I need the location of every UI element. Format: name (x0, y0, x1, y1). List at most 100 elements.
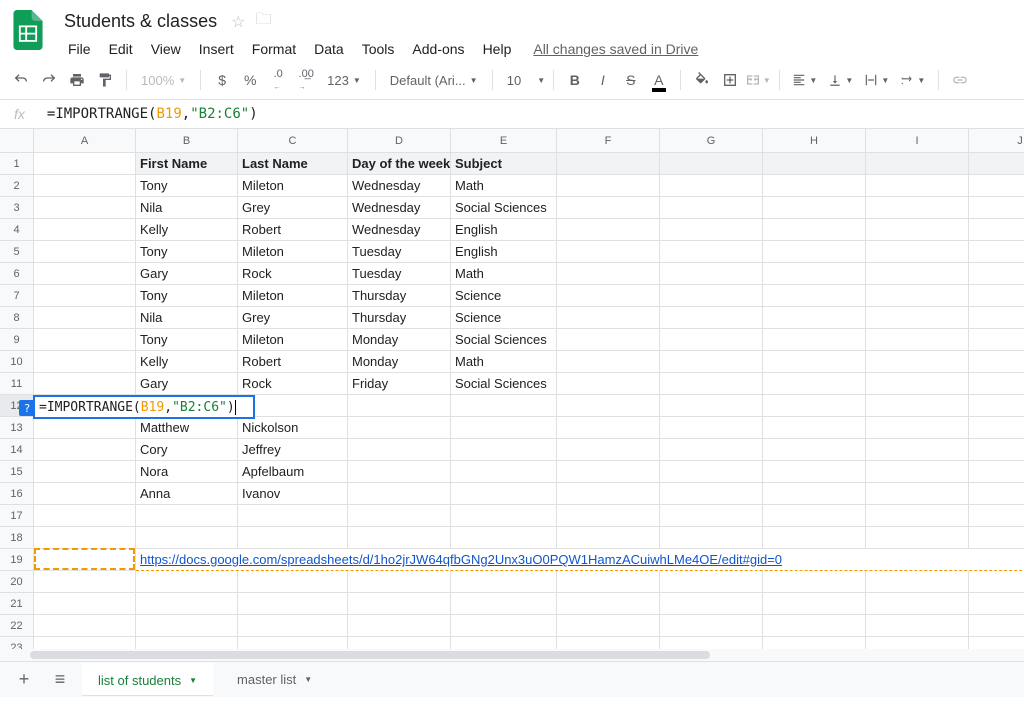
column-header[interactable]: J (969, 129, 1024, 153)
cell[interactable] (34, 373, 136, 395)
column-header[interactable]: E (451, 129, 557, 153)
row-header[interactable]: 8 (0, 307, 34, 329)
column-header[interactable]: B (136, 129, 238, 153)
sheet-tab-other[interactable]: master list ▼ (221, 664, 328, 695)
cell[interactable] (969, 307, 1024, 329)
cell[interactable] (969, 615, 1024, 637)
font-size-select[interactable]: 10▼ (501, 73, 545, 88)
cell[interactable]: Friday (348, 373, 451, 395)
cell[interactable] (660, 153, 763, 175)
cell[interactable] (866, 307, 969, 329)
text-rotation-button[interactable]: ▼ (896, 67, 930, 93)
cell[interactable] (557, 153, 660, 175)
cell[interactable] (348, 615, 451, 637)
fill-color-button[interactable] (689, 67, 715, 93)
cell[interactable]: Social Sciences (451, 373, 557, 395)
cell[interactable] (763, 637, 866, 649)
cell[interactable] (557, 197, 660, 219)
cell[interactable] (660, 197, 763, 219)
cell[interactable] (557, 571, 660, 593)
print-button[interactable] (64, 67, 90, 93)
cell[interactable] (451, 483, 557, 505)
cell[interactable]: Nora (136, 461, 238, 483)
link-cell[interactable]: https://docs.google.com/spreadsheets/d/1… (136, 549, 1024, 571)
cell[interactable] (866, 241, 969, 263)
merge-cells-button[interactable]: ▼ (745, 67, 771, 93)
cell[interactable] (34, 593, 136, 615)
percent-button[interactable]: % (237, 67, 263, 93)
cell[interactable] (557, 351, 660, 373)
cell[interactable] (969, 395, 1024, 417)
cell[interactable] (969, 637, 1024, 649)
spreadsheet-grid[interactable]: ABCDEFGHIJ1First NameLast NameDay of the… (0, 129, 1024, 649)
cell[interactable] (866, 153, 969, 175)
cell[interactable] (969, 175, 1024, 197)
cell[interactable] (763, 307, 866, 329)
row-header[interactable]: 17 (0, 505, 34, 527)
row-header[interactable]: 13 (0, 417, 34, 439)
cell[interactable]: Cory (136, 439, 238, 461)
cell[interactable] (136, 571, 238, 593)
row-header[interactable]: 18 (0, 527, 34, 549)
cell[interactable]: Rock (238, 373, 348, 395)
cell[interactable]: Jeffrey (238, 439, 348, 461)
cell[interactable] (348, 505, 451, 527)
cell[interactable]: Subject (451, 153, 557, 175)
undo-button[interactable] (8, 67, 34, 93)
text-wrap-button[interactable]: ▼ (860, 67, 894, 93)
row-header[interactable]: 22 (0, 615, 34, 637)
column-header[interactable]: H (763, 129, 866, 153)
cell[interactable] (136, 593, 238, 615)
horizontal-align-button[interactable]: ▼ (788, 67, 822, 93)
cell[interactable]: Monday (348, 351, 451, 373)
cell[interactable]: Robert (238, 351, 348, 373)
cell[interactable] (763, 351, 866, 373)
cell[interactable] (660, 439, 763, 461)
cell[interactable] (866, 439, 969, 461)
cell[interactable] (34, 241, 136, 263)
cell[interactable] (763, 263, 866, 285)
cell[interactable] (660, 461, 763, 483)
cell[interactable] (348, 439, 451, 461)
cell[interactable] (34, 307, 136, 329)
cell[interactable] (866, 395, 969, 417)
cell[interactable]: Kelly (136, 351, 238, 373)
cell[interactable] (557, 307, 660, 329)
cell[interactable] (238, 505, 348, 527)
text-color-button[interactable]: A (646, 67, 672, 93)
cell[interactable] (557, 461, 660, 483)
cell[interactable] (238, 571, 348, 593)
cell[interactable]: Anna (136, 483, 238, 505)
menu-insert[interactable]: Insert (191, 37, 242, 61)
menu-tools[interactable]: Tools (354, 37, 403, 61)
cell[interactable] (866, 593, 969, 615)
cell[interactable] (969, 351, 1024, 373)
cell[interactable] (660, 351, 763, 373)
cell[interactable]: Social Sciences (451, 197, 557, 219)
document-title[interactable]: Students & classes (60, 9, 221, 34)
cell[interactable] (763, 505, 866, 527)
menu-file[interactable]: File (60, 37, 99, 61)
cell[interactable] (866, 461, 969, 483)
cell[interactable] (866, 197, 969, 219)
cell[interactable] (969, 285, 1024, 307)
cell[interactable] (557, 417, 660, 439)
italic-button[interactable]: I (590, 67, 616, 93)
cell[interactable] (348, 417, 451, 439)
sheet-tab-menu-icon[interactable]: ▼ (189, 676, 197, 685)
cell[interactable] (866, 175, 969, 197)
cell[interactable]: Nila (136, 197, 238, 219)
row-header[interactable]: 11 (0, 373, 34, 395)
active-cell-editor[interactable]: ? =IMPORTRANGE(B19,"B2:C6") (33, 395, 255, 419)
cell[interactable] (763, 417, 866, 439)
cell[interactable] (660, 637, 763, 649)
folder-icon[interactable]: 🗀 (255, 8, 271, 35)
cell[interactable] (451, 571, 557, 593)
cell[interactable] (660, 527, 763, 549)
cell[interactable] (238, 527, 348, 549)
cell[interactable] (660, 615, 763, 637)
cell[interactable]: Mileton (238, 285, 348, 307)
cell[interactable]: Thursday (348, 307, 451, 329)
cell[interactable]: English (451, 241, 557, 263)
cell[interactable] (34, 615, 136, 637)
